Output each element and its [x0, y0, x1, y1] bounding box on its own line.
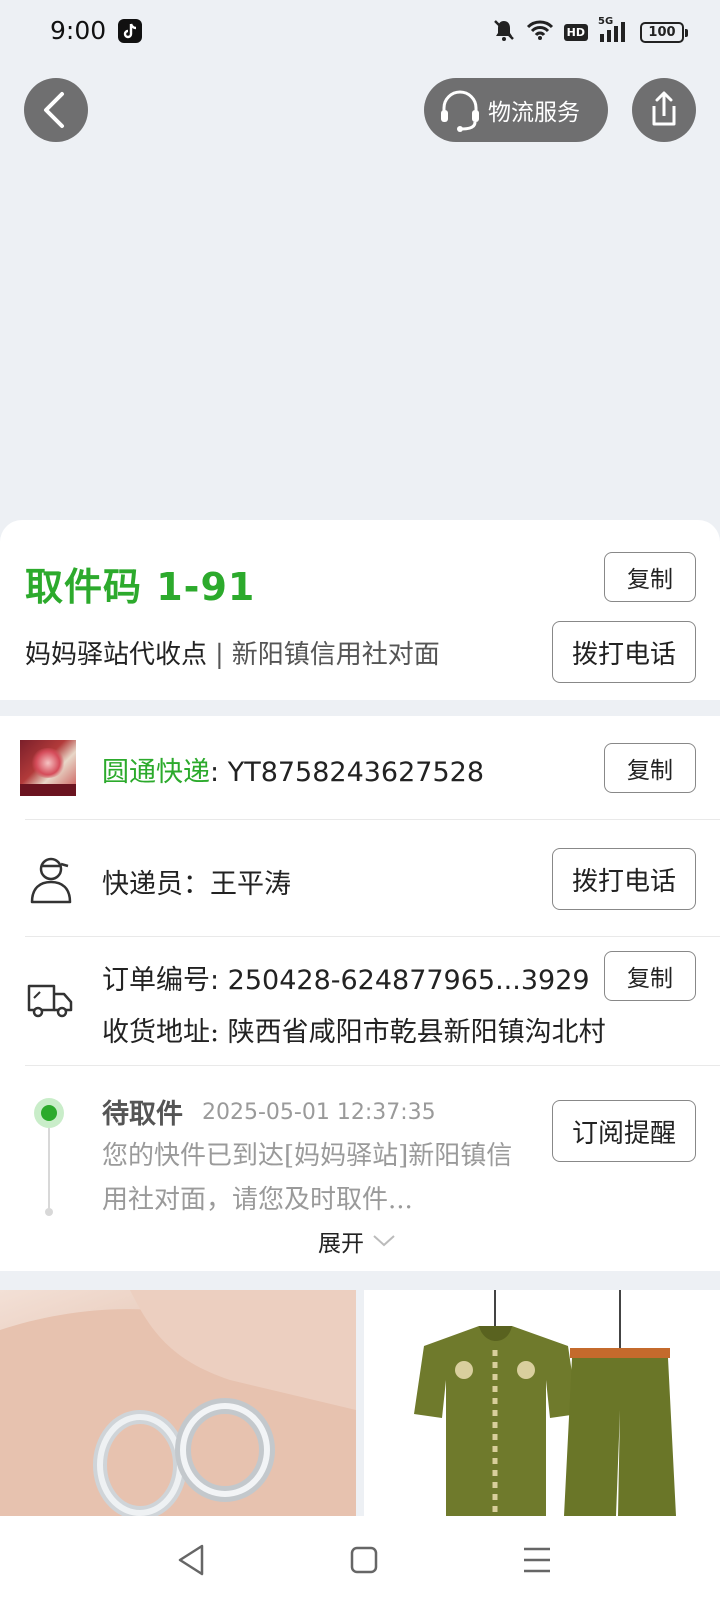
chevron-down-icon — [373, 1235, 395, 1247]
courier-person-icon — [28, 854, 74, 908]
timeline-end-dot — [45, 1208, 53, 1216]
tiktok-icon — [118, 19, 142, 43]
expand-button[interactable]: 展开 — [318, 1224, 396, 1258]
logistics-service-button[interactable]: 物流服务 — [424, 78, 608, 142]
logistics-service-label: 物流服务 — [488, 100, 580, 126]
timeline-line — [48, 1128, 50, 1210]
expand-label: 展开 — [318, 1231, 364, 1257]
status-icons: HD 5G 100 — [492, 16, 688, 46]
station-separator: | — [215, 640, 224, 670]
courier-company: 圆通快递 — [102, 757, 210, 788]
battery-icon: 100 — [640, 21, 688, 43]
station-info: 妈妈驿站代收点 | 新阳镇信用社对面 — [25, 634, 440, 671]
product-card-earrings[interactable] — [0, 1290, 356, 1516]
mute-icon — [492, 18, 516, 46]
hd-badge: HD — [563, 23, 588, 41]
tracking-number: YT8758243627528 — [227, 757, 485, 788]
copy-pickup-code-button[interactable]: 复制 — [604, 552, 696, 602]
pickup-code: 取件码 1-91 — [25, 565, 256, 609]
chevron-left-icon — [44, 92, 64, 128]
copy-tracking-button[interactable]: 复制 — [604, 743, 696, 793]
delivery-address: 收货地址: 陕西省咸阳市乾县新阳镇沟北村 — [102, 1017, 606, 1048]
signal-icon: 5G — [598, 16, 630, 44]
nav-back-icon[interactable] — [178, 1544, 204, 1576]
earrings-image — [0, 1290, 356, 1516]
back-button[interactable] — [24, 78, 88, 142]
clothes-image — [414, 1290, 676, 1516]
shipment-detail-card: 圆通快递: YT8758243627528 复制 快递员：王平涛 拨打电话 订单… — [0, 716, 720, 1271]
product-card-clothes[interactable] — [364, 1290, 720, 1516]
order-number: 订单编号: 250428-624877965...3929 — [102, 965, 590, 996]
status-message: 您的快件已到达[妈妈驿站]新阳镇信用社对面，请您及时取件... — [102, 1141, 513, 1215]
copy-order-button[interactable]: 复制 — [604, 951, 696, 1001]
divider — [25, 936, 720, 937]
call-station-button[interactable]: 拨打电话 — [552, 621, 696, 683]
truck-icon — [26, 978, 74, 1026]
share-button[interactable] — [632, 78, 696, 142]
tracking-colon: : — [210, 757, 220, 788]
nav-home-icon[interactable] — [350, 1546, 378, 1574]
station-address: 新阳镇信用社对面 — [231, 640, 440, 670]
product-thumbnail[interactable] — [20, 740, 76, 796]
timeline-dot — [34, 1098, 64, 1128]
courier-name: 快递员：王平涛 — [102, 869, 291, 900]
status-time: 2025-05-01 12:37:35 — [202, 1100, 436, 1125]
system-nav-bar — [0, 1516, 720, 1605]
status-title: 待取件 — [102, 1099, 183, 1130]
headset-icon — [441, 90, 479, 132]
share-icon — [652, 91, 676, 126]
status-bar: 9:00 HD 5G 100 — [0, 0, 720, 64]
divider — [25, 819, 720, 820]
status-time: 9:00 — [50, 16, 107, 45]
nav-menu-icon[interactable] — [524, 1547, 550, 1573]
divider — [25, 1065, 720, 1066]
wifi-icon — [526, 19, 554, 45]
tracking-number-line: 圆通快递: YT8758243627528 — [102, 750, 484, 789]
station-name: 妈妈驿站代收点 — [25, 640, 208, 670]
pickup-card: 取件码 1-91 复制 妈妈驿站代收点 | 新阳镇信用社对面 拨打电话 — [0, 520, 720, 700]
call-courier-button[interactable]: 拨打电话 — [552, 848, 696, 910]
subscribe-reminder-button[interactable]: 订阅提醒 — [552, 1100, 696, 1162]
